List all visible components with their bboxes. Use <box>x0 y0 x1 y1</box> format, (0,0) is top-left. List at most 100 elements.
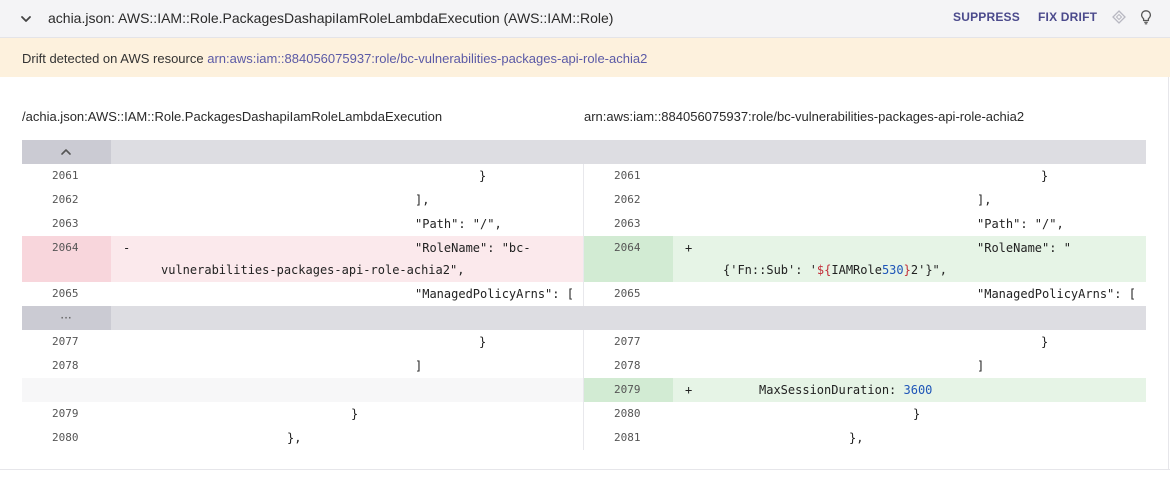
diff-right-cell-added: 2079 + MaxSessionDuration: 3600 <box>584 378 1146 402</box>
line-gutter: 2061 <box>584 164 673 188</box>
line-number: 2061 <box>614 169 641 182</box>
line-gutter: 2078 <box>584 354 673 378</box>
chevron-up-icon[interactable] <box>58 145 74 159</box>
code-line: } <box>479 335 487 349</box>
addition-marker: + <box>685 383 693 397</box>
diff-left-cell: 2077 } <box>22 330 584 354</box>
code-line: } <box>913 407 921 421</box>
collapsed-lines-separator[interactable]: ··· <box>22 306 1146 330</box>
ellipsis-icon[interactable]: ··· <box>58 311 74 325</box>
code-line: "Path": "/", <box>977 217 1064 231</box>
code-line-wrapped: {'Fn::Sub': '${IAMRole530}2'}", <box>723 262 947 278</box>
diff-left-cell: 2062 ], <box>22 188 584 212</box>
diff-row: 2078 ] 2078 ] <box>22 354 1146 378</box>
resource-title: achia.json: AWS::IAM::Role.PackagesDasha… <box>48 10 614 26</box>
code-line: ], <box>415 193 430 207</box>
diff-row: 2065 "ManagedPolicyArns": [ 2065 "Manage… <box>22 282 1146 306</box>
diff-left-cell: 2078 ] <box>22 354 584 378</box>
diff-right-cell: 2077 } <box>584 330 1146 354</box>
drift-alert-banner: Drift detected on AWS resource arn:aws:i… <box>0 38 1170 77</box>
code-token-number: 530 <box>881 263 904 277</box>
diff-row: 2062 ], 2062 ], <box>22 188 1146 212</box>
code-token-string: ${ <box>816 263 832 277</box>
diff-left-cell: 2061 } <box>22 164 584 188</box>
line-number: 2063 <box>52 217 79 230</box>
line-gutter: 2065 <box>22 282 111 306</box>
line-number: 2062 <box>52 193 79 206</box>
code-line-wrapped: vulnerabilities-packages-api-role-achia2… <box>161 263 465 277</box>
right-source-path: arn:aws:iam::884056075937:role/bc-vulner… <box>584 109 1025 124</box>
code-line: ] <box>977 359 985 373</box>
diff-right-cell: 2063 "Path": "/", <box>584 212 1146 236</box>
code-token: MaxSessionDuration: <box>759 383 904 397</box>
diff-left-cell: 2080 }, <box>22 426 584 450</box>
line-number: 2078 <box>614 359 641 372</box>
expand-separator[interactable] <box>22 140 1146 164</box>
panel-border <box>1168 77 1169 469</box>
code-line: MaxSessionDuration: 3600 <box>759 382 932 398</box>
diff-right-cell: 2080 } <box>584 402 1146 426</box>
diff-right-cell: 2061 } <box>584 164 1146 188</box>
code-line: "ManagedPolicyArns": [ <box>415 287 574 301</box>
diff-left-cell: 2063 "Path": "/", <box>22 212 584 236</box>
diamond-icon[interactable] <box>1111 9 1127 25</box>
line-gutter: 2065 <box>584 282 673 306</box>
line-number: 2078 <box>52 359 79 372</box>
line-gutter: 2077 <box>22 330 111 354</box>
diff-row-changed: 2064 - "RoleName": "bc- vulnerabilities-… <box>22 236 1146 282</box>
diff-row-added: 2079 + MaxSessionDuration: 3600 <box>22 378 1146 402</box>
code-line: "ManagedPolicyArns": [ <box>977 287 1136 301</box>
line-gutter: 2080 <box>22 426 111 450</box>
code-token-number: 3600 <box>903 383 933 397</box>
line-number: 2065 <box>614 287 641 300</box>
diff-right-cell: 2062 ], <box>584 188 1146 212</box>
code-line: }, <box>287 431 302 445</box>
lightbulb-icon[interactable] <box>1138 9 1154 25</box>
line-number: 2079 <box>614 383 641 396</box>
code-line: "RoleName": "bc- <box>415 241 531 255</box>
code-token: 2'}", <box>910 263 947 277</box>
line-gutter: 2061 <box>22 164 111 188</box>
code-line: } <box>1041 335 1049 349</box>
addition-marker: + <box>685 241 693 255</box>
diff-row: 2080 }, 2081 }, <box>22 426 1146 450</box>
diff-row: 2079 } 2080 } <box>22 402 1146 426</box>
code-line: } <box>1041 169 1049 183</box>
fix-drift-button[interactable]: FIX DRIFT <box>1038 10 1097 24</box>
code-line: }, <box>849 431 864 445</box>
line-number: 2079 <box>52 407 79 420</box>
diff-right-cell: 2065 "ManagedPolicyArns": [ <box>584 282 1146 306</box>
expand-gutter <box>22 140 111 164</box>
suppress-button[interactable]: SUPPRESS <box>953 10 1020 24</box>
diff-right-cell-added: 2064 + "RoleName": " {'Fn::Sub': '${IAMR… <box>584 236 1146 282</box>
chevron-down-icon[interactable] <box>17 10 35 28</box>
code-line: ], <box>977 193 992 207</box>
line-gutter: 2080 <box>584 402 673 426</box>
deletion-marker: - <box>123 241 131 255</box>
line-number: 2064 <box>52 241 79 254</box>
line-gutter: 2079 <box>22 402 111 426</box>
resource-arn-link[interactable]: arn:aws:iam::884056075937:role/bc-vulner… <box>207 51 647 66</box>
diff-right-cell: 2081 }, <box>584 426 1146 450</box>
line-gutter: 2079 <box>584 378 673 402</box>
code-line: "Path": "/", <box>415 217 502 231</box>
line-gutter: 2064 <box>584 236 673 282</box>
line-number: 2077 <box>614 335 641 348</box>
code-token-string: } <box>903 263 911 277</box>
diff-left-cell-empty <box>22 378 584 402</box>
line-number: 2080 <box>614 407 641 420</box>
diff-viewer: 2061 } 2061 } 2062 ], 2062 ], 2063 "Path… <box>22 140 1146 450</box>
line-number: 2063 <box>614 217 641 230</box>
code-line: "RoleName": " <box>977 241 1071 255</box>
line-number: 2077 <box>52 335 79 348</box>
line-gutter: 2081 <box>584 426 673 450</box>
line-number: 2080 <box>52 431 79 444</box>
line-gutter: 2063 <box>584 212 673 236</box>
diff-row: 2061 } 2061 } <box>22 164 1146 188</box>
diff-row: 2077 } 2077 } <box>22 330 1146 354</box>
left-source-path: /achia.json:AWS::IAM::Role.PackagesDasha… <box>22 109 443 124</box>
code-line: ] <box>415 359 423 373</box>
panel-bottom-border <box>0 469 1170 470</box>
line-gutter: 2062 <box>584 188 673 212</box>
diff-row: 2063 "Path": "/", 2063 "Path": "/", <box>22 212 1146 236</box>
